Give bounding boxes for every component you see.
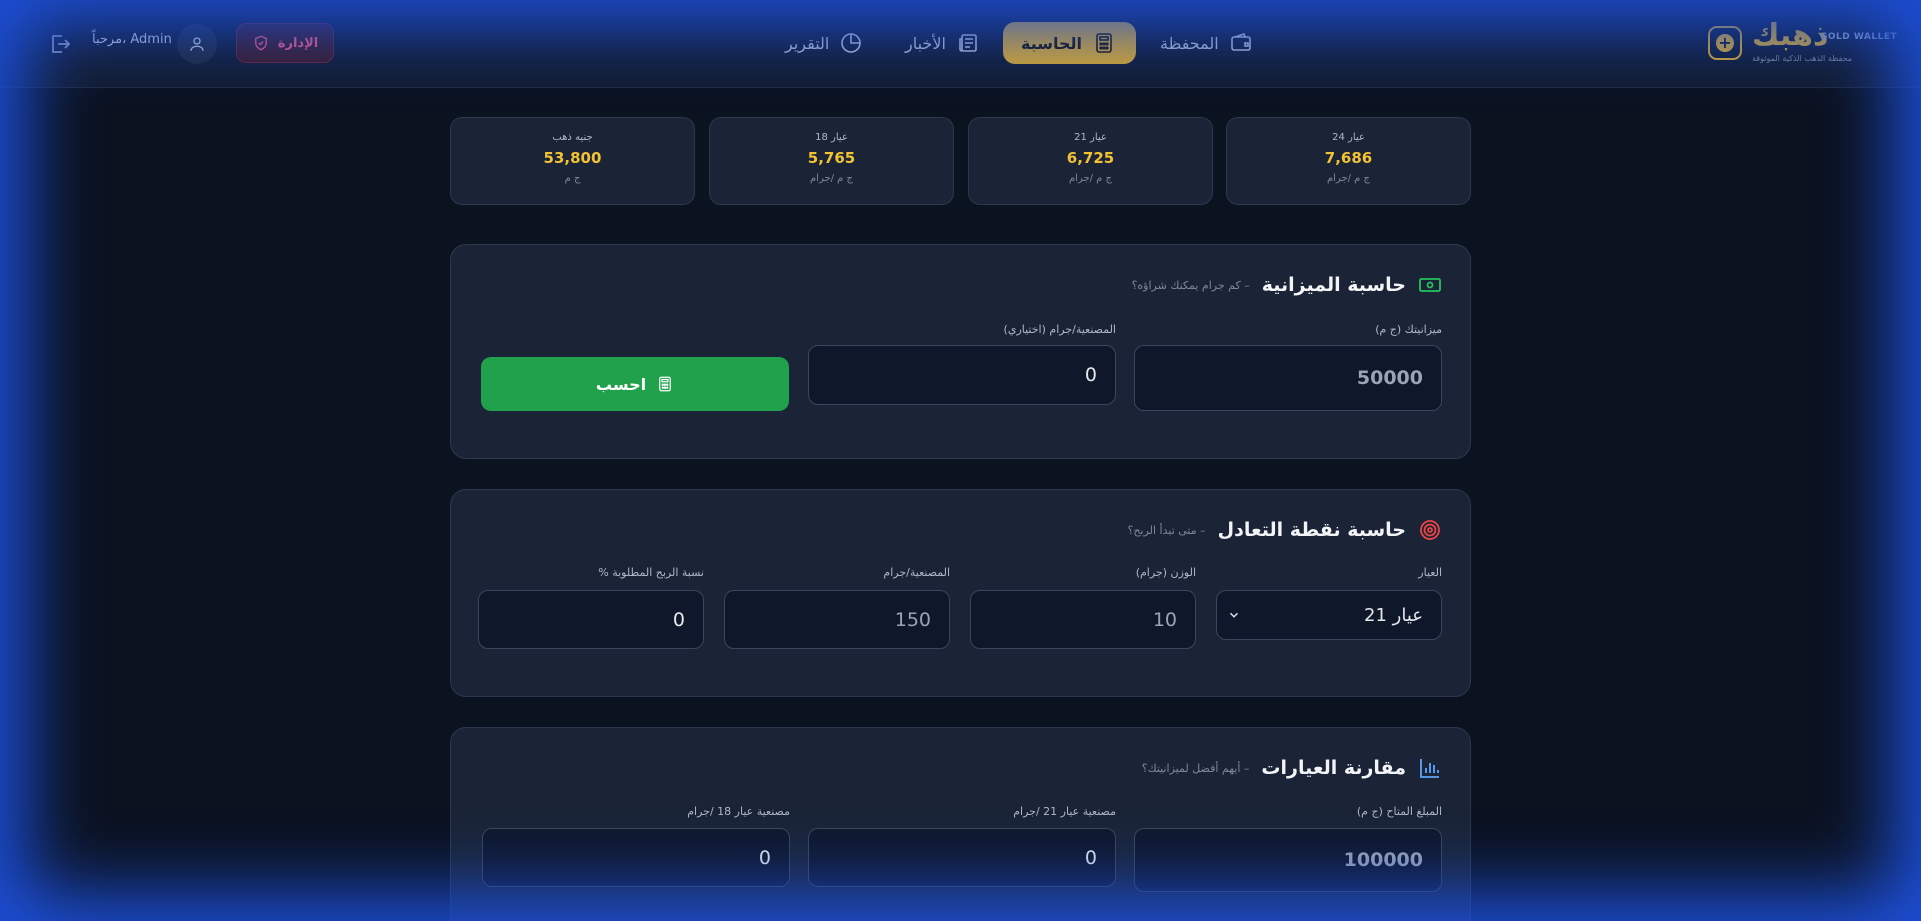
admin-button[interactable]: الإدارة [236,23,334,63]
weight-input[interactable] [970,590,1196,649]
price-label: عيار 21 [1074,132,1107,143]
top-navbar: + ذهبك GOLD WALLET محفظة الذهب الذكية ال… [0,0,1921,88]
karat-label: العيار [1418,566,1442,579]
available-amount-label: المبلغ المتاح (ج م) [1356,805,1442,818]
logout-button[interactable] [48,32,72,56]
profit-percent-input[interactable] [478,590,704,649]
chevron-down-icon [1230,612,1238,618]
compare-panel-header: مقارنة العيارات – أيهم أفضل لميزانيتك؟ [1142,756,1442,780]
user-icon [190,37,204,51]
shield-check-icon [254,35,267,51]
breakeven-subtitle: – متى تبدأ الربح؟ [1127,523,1206,537]
price-label: جنيه ذهب [552,132,593,143]
target-icon [1420,520,1440,540]
budget-amount-input[interactable] [1134,345,1442,411]
price-value: 5,765 [807,149,856,167]
price-value: 53,800 [543,149,602,167]
breakeven-panel-header: حاسبة نقطة التعادل – متى تبدأ الربح؟ [1128,518,1442,542]
nav-wallet-label: المحفظة [1160,33,1219,53]
brand-logo[interactable]: + ذهبك GOLD WALLET محفظة الذهب الذكية ال… [1708,18,1903,68]
wallet-icon [1230,32,1251,51]
budget-subtitle: – كم جرام يمكنك شراؤه؟ [1131,278,1250,292]
user-avatar[interactable] [177,24,217,64]
price-label: عيار 24 [1332,132,1365,143]
nav-report-label: التقرير [785,33,830,53]
workmanship-18-input[interactable] [482,828,790,887]
price-card-gold-pound: جنيه ذهب 53,800 ج م [450,117,695,205]
cash-icon [1419,278,1441,292]
admin-label: الإدارة [277,35,319,51]
price-card-18k: عيار 18 5,765 ج م /جرام [709,117,954,205]
price-unit: ج م [564,173,581,184]
price-value: 6,725 [1066,149,1115,167]
budget-workmanship-label: المصنعية/جرام (اختياري) [1003,323,1116,336]
breakeven-workmanship-label: المصنعية/جرام [883,566,950,579]
breakeven-calculator-panel: حاسبة نقطة التعادل – متى تبدأ الربح؟ الع… [450,489,1471,697]
price-card-24k: عيار 24 7,686 ج م /جرام [1226,117,1471,205]
brand-tagline: محفظة الذهب الذكية الموثوقة [1752,54,1853,63]
workmanship-21-label: مصنعية عيار 21 /جرام [1013,805,1116,818]
price-value: 7,686 [1324,149,1373,167]
nav-news[interactable]: الأخبار [887,22,998,64]
breakeven-workmanship-input[interactable] [724,590,950,649]
newspaper-icon [959,34,977,52]
weight-label: الوزن (جرام) [1135,566,1196,579]
calculator-icon [659,376,671,392]
karat-comparison-panel: مقارنة العيارات – أيهم أفضل لميزانيتك؟ ا… [450,727,1471,921]
profit-percent-label: نسبة الربح المطلوبة % [598,566,704,579]
karat-select[interactable]: عيار 21 [1216,590,1442,640]
price-label: عيار 18 [815,132,848,143]
budget-calculator-panel: حاسبة الميزانية – كم جرام يمكنك شراؤه؟ م… [450,244,1471,459]
add-icon[interactable]: + [1708,26,1742,60]
nav-calculator[interactable]: الحاسبة [1003,22,1136,64]
budget-amount-label: ميزانيتك (ج م) [1375,323,1442,336]
price-unit: ج م /جرام [1326,173,1371,184]
budget-workmanship-input[interactable] [808,345,1116,405]
welcome-text: مرحباً، Admin [92,32,172,47]
workmanship-21-input[interactable] [808,828,1116,887]
price-unit: ج م /جرام [809,173,854,184]
price-card-21k: عيار 21 6,725 ج م /جرام [968,117,1213,205]
available-amount-input[interactable] [1134,828,1442,892]
compare-subtitle: – أيهم أفضل لميزانيتك؟ [1141,761,1250,775]
workmanship-18-label: مصنعية عيار 18 /جرام [687,805,790,818]
logout-icon [52,35,71,53]
bar-chart-icon [1420,759,1439,778]
breakeven-title: حاسبة نقطة التعادل [1217,519,1406,541]
brand-name-en: GOLD WALLET [1820,32,1898,42]
nav-wallet[interactable]: المحفظة [1142,22,1271,64]
compare-title: مقارنة العيارات [1261,757,1406,779]
karat-selected-value: عيار 21 [1364,604,1423,626]
brand-name: ذهبك [1752,18,1829,53]
calculate-button-label: احسب [595,374,647,394]
budget-title: حاسبة الميزانية [1261,274,1406,296]
nav-report[interactable]: التقرير [767,22,881,64]
budget-panel-header: حاسبة الميزانية – كم جرام يمكنك شراؤه؟ [1132,273,1442,297]
calculate-button[interactable]: احسب [481,357,789,411]
pie-chart-icon [841,33,862,53]
calculator-icon [1096,33,1112,53]
nav-news-label: الأخبار [905,33,946,53]
price-unit: ج م /جرام [1068,173,1113,184]
nav-calculator-label: الحاسبة [1021,33,1082,53]
